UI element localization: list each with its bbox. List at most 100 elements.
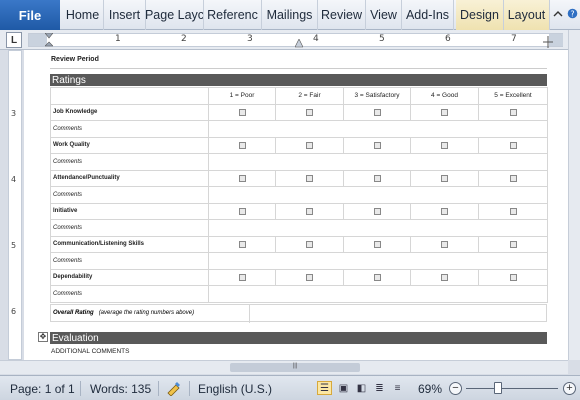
zoom-slider-thumb[interactable] <box>494 382 502 394</box>
rating-checkbox[interactable] <box>441 273 448 281</box>
criterion-label: Work Quality <box>50 136 209 154</box>
rating-checkbox[interactable] <box>509 240 517 248</box>
svg-text:?: ? <box>570 9 574 18</box>
ruler-number: 4 <box>11 175 17 184</box>
tab-review[interactable]: Review <box>318 0 366 30</box>
page-count[interactable]: Page: 1 of 1 <box>10 376 75 400</box>
rating-checkbox[interactable] <box>306 141 313 149</box>
rating-checkbox[interactable] <box>441 174 448 182</box>
criterion-label: Attendance/Punctuality <box>50 169 209 187</box>
rating-checkbox[interactable] <box>306 174 313 182</box>
comments-field[interactable] <box>208 153 548 171</box>
tab-view[interactable]: View <box>366 0 402 30</box>
rating-cell <box>343 103 411 121</box>
table-row: Comments <box>50 285 548 303</box>
rating-cell <box>410 136 479 154</box>
rating-cell <box>343 202 411 220</box>
ruler-number: 7 <box>511 34 517 44</box>
rating-checkbox[interactable] <box>306 240 313 248</box>
tab-page-layout[interactable]: Page Layc <box>146 0 204 30</box>
table-row: Communication/Listening Skills <box>50 235 548 253</box>
language-indicator[interactable]: English (U.S.) <box>198 376 272 400</box>
comments-field[interactable] <box>208 285 548 303</box>
tab-insert[interactable]: Insert <box>104 0 146 30</box>
vertical-scrollbar[interactable] <box>568 30 580 360</box>
scale-header: 2 = Fair <box>275 87 344 105</box>
file-tab[interactable]: File <box>0 0 60 30</box>
rating-checkbox[interactable] <box>509 174 517 182</box>
ribbon-tab-bar: File Home Insert Page Layc Referenc Mail… <box>0 0 580 30</box>
tab-references[interactable]: Referenc <box>204 0 262 30</box>
full-screen-reading-icon[interactable]: ▣ <box>336 381 351 395</box>
rating-checkbox[interactable] <box>373 108 381 116</box>
rating-cell <box>343 268 411 286</box>
criterion-label: Job Knowledge <box>50 103 209 121</box>
rating-checkbox[interactable] <box>373 141 381 149</box>
horizontal-ruler[interactable]: 1 2 3 4 5 6 7 <box>28 32 563 48</box>
comments-field[interactable] <box>208 252 548 270</box>
rating-checkbox[interactable] <box>306 108 313 116</box>
draft-icon[interactable]: ≡ <box>390 381 405 395</box>
zoom-level[interactable]: 69% <box>418 376 442 400</box>
chevron-up-icon[interactable] <box>553 9 563 21</box>
overall-rating-row[interactable]: Overall Rating (average the rating numbe… <box>50 304 547 323</box>
zoom-slider-track[interactable] <box>466 388 558 389</box>
criterion-label: Communication/Listening Skills <box>50 235 209 253</box>
horizontal-scrollbar[interactable]: ||| <box>0 360 568 374</box>
tab-mailings[interactable]: Mailings <box>262 0 318 30</box>
rating-checkbox[interactable] <box>441 240 448 248</box>
table-row: Comments <box>50 252 548 270</box>
comments-field[interactable] <box>208 219 548 237</box>
overall-rating-note: (average the rating numbers above) <box>98 310 195 316</box>
web-layout-icon[interactable]: ◧ <box>354 381 369 395</box>
tab-selector-button[interactable]: L <box>6 32 22 48</box>
ruler-number: 5 <box>11 241 17 250</box>
rating-checkbox[interactable] <box>238 273 246 281</box>
print-layout-icon[interactable]: ☰ <box>317 381 332 395</box>
document-page[interactable]: Review Period Ratings 1 = Poor 2 = Fair … <box>24 50 569 360</box>
tab-home[interactable]: Home <box>62 0 104 30</box>
scrollbar-thumb[interactable]: ||| <box>230 363 360 372</box>
rating-checkbox[interactable] <box>509 207 517 215</box>
rating-checkbox[interactable] <box>238 240 246 248</box>
rating-checkbox[interactable] <box>509 141 517 149</box>
scale-header: 5 = Excellent <box>478 87 548 105</box>
vertical-ruler[interactable]: 3 4 5 6 <box>8 50 22 360</box>
zoom-in-button[interactable]: + <box>563 382 576 395</box>
rating-checkbox[interactable] <box>373 174 381 182</box>
rating-checkbox[interactable] <box>509 108 517 116</box>
help-icon[interactable]: ? <box>567 8 578 22</box>
zoom-out-button[interactable]: − <box>449 382 462 395</box>
rating-checkbox[interactable] <box>441 207 448 215</box>
rating-checkbox[interactable] <box>373 207 381 215</box>
rating-checkbox[interactable] <box>238 207 246 215</box>
rating-checkbox[interactable] <box>238 174 246 182</box>
ribbon-controls: ? <box>553 0 578 30</box>
rating-cell <box>208 169 276 187</box>
comments-field[interactable] <box>208 186 548 204</box>
rating-cell <box>343 235 411 253</box>
tab-layout[interactable]: Layout <box>504 0 550 30</box>
rating-checkbox[interactable] <box>306 273 313 281</box>
rating-cell <box>208 202 276 220</box>
criterion-label: Dependability <box>50 268 209 286</box>
rating-checkbox[interactable] <box>441 108 448 116</box>
comments-field[interactable] <box>208 120 548 138</box>
tab-add-ins[interactable]: Add-Ins <box>402 0 454 30</box>
rating-checkbox[interactable] <box>441 141 448 149</box>
rating-cell <box>275 235 344 253</box>
proofing-icon[interactable] <box>166 376 182 400</box>
rating-checkbox[interactable] <box>238 141 246 149</box>
table-row: Comments <box>50 219 548 237</box>
tab-design[interactable]: Design <box>456 0 504 30</box>
word-count[interactable]: Words: 135 <box>90 376 151 400</box>
criterion-label: Initiative <box>50 202 209 220</box>
rating-checkbox[interactable] <box>238 108 246 116</box>
rating-checkbox[interactable] <box>306 207 313 215</box>
table-move-handle-icon[interactable]: ✥ <box>38 332 48 342</box>
outline-icon[interactable]: ≣ <box>372 381 387 395</box>
rating-checkbox[interactable] <box>373 273 381 281</box>
rating-checkbox[interactable] <box>373 240 381 248</box>
review-period-label: Review Period <box>51 56 99 63</box>
rating-checkbox[interactable] <box>509 273 517 281</box>
